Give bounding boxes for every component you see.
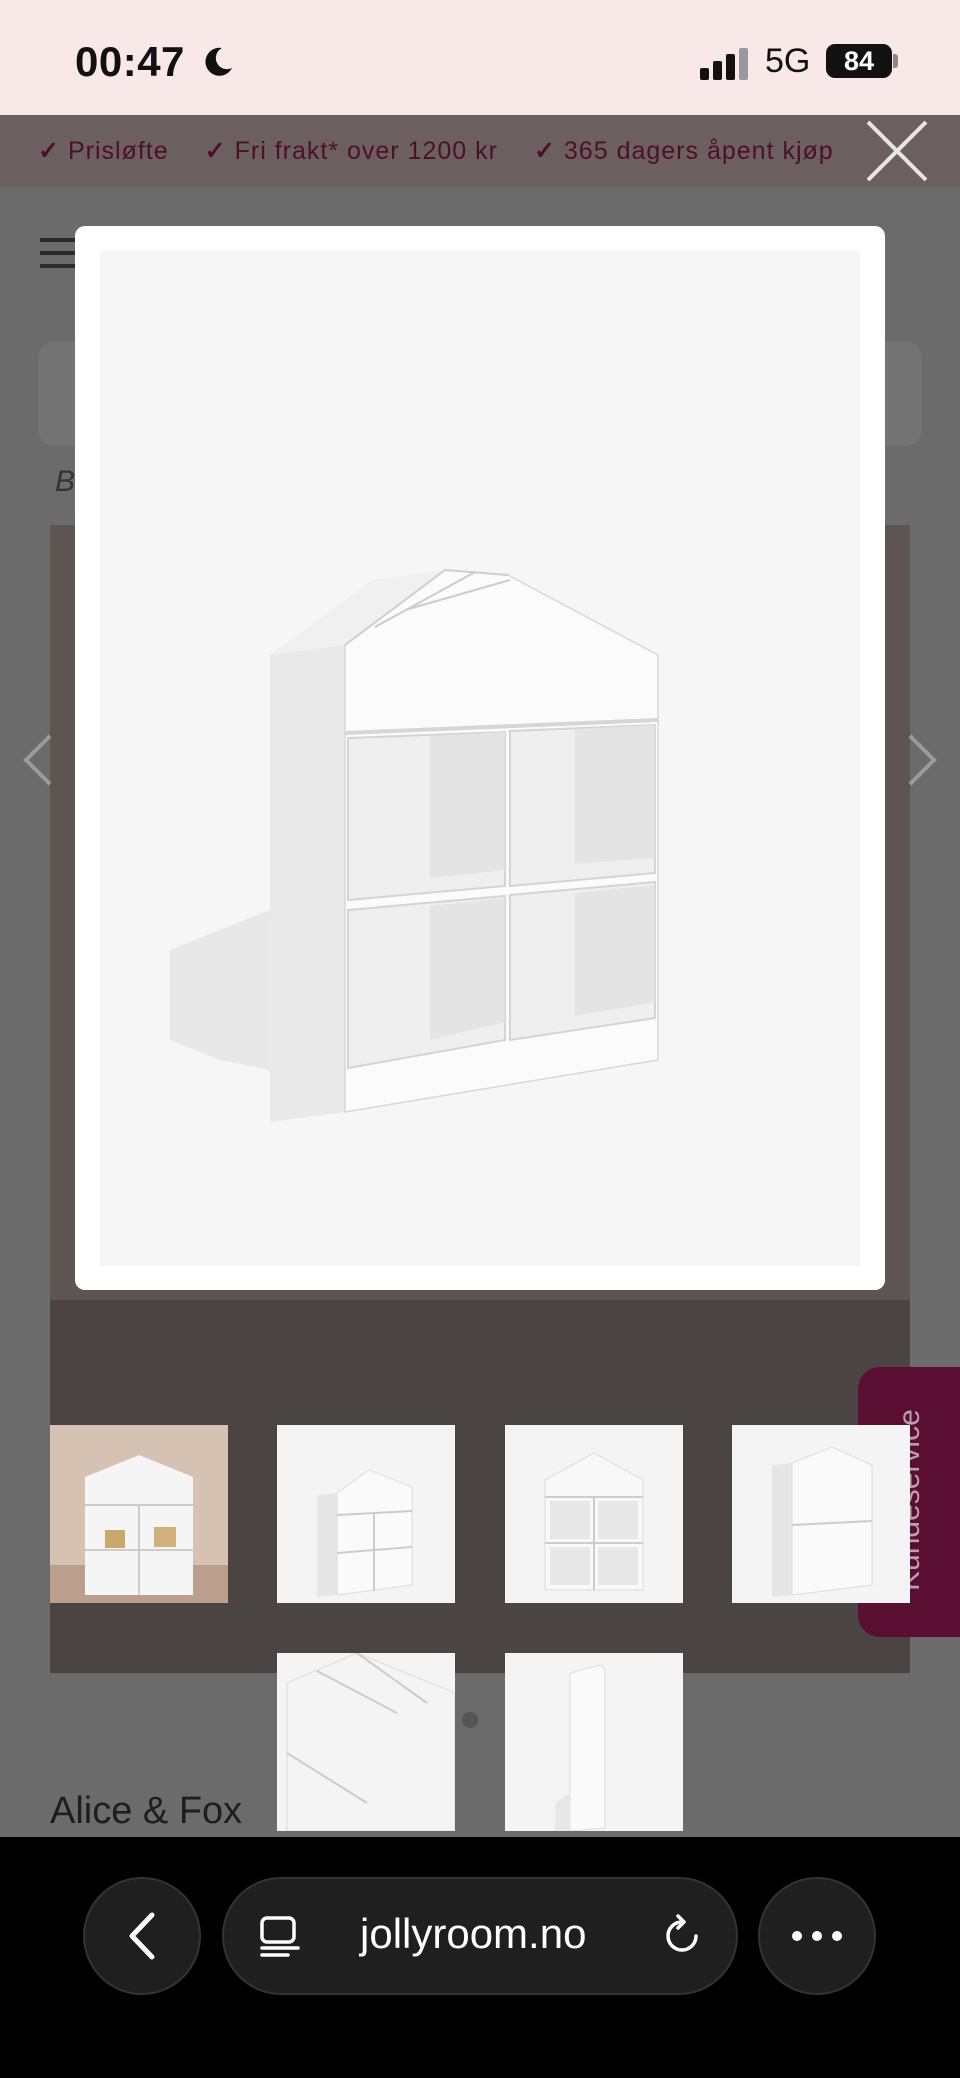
product-brand[interactable]: Alice & Fox — [50, 1790, 242, 1833]
battery-level: 84 — [843, 45, 875, 76]
usp-item: ✓ Prisløfte — [38, 136, 169, 166]
back-arrow-icon — [129, 1912, 155, 1960]
thumbnail-6[interactable] — [505, 1653, 683, 1831]
signal-icon — [700, 48, 748, 80]
bookshelf-thumbnail — [772, 1446, 873, 1597]
bookshelf-thumbnail — [50, 1425, 228, 1603]
chevron-right-icon[interactable] — [902, 730, 942, 790]
check-icon: ✓ — [38, 137, 60, 165]
thumbnail-2[interactable] — [277, 1425, 455, 1603]
thumbnail-5[interactable] — [277, 1653, 455, 1831]
moon-icon — [205, 47, 232, 76]
breadcrumb[interactable]: B — [55, 465, 75, 499]
check-icon: ✓ — [204, 137, 227, 165]
close-icon[interactable] — [862, 116, 932, 186]
thumbnail-4[interactable] — [732, 1425, 910, 1603]
bookshelf-side-thumbnail — [555, 1664, 606, 1831]
usp-label: 365 dagers åpent kjøp — [563, 137, 834, 165]
lightbox-product-image — [100, 250, 860, 1266]
usp-label: Prisløfte — [67, 137, 169, 165]
hamburger-menu-icon[interactable] — [40, 238, 80, 277]
bookshelf-detail-thumbnail — [286, 1653, 455, 1831]
bookshelf-thumbnail — [544, 1452, 644, 1591]
carousel-dot[interactable] — [462, 1712, 478, 1728]
more-button[interactable] — [758, 1877, 876, 1995]
more-icon — [792, 1931, 842, 1941]
bookshelf-thumbnail — [317, 1469, 413, 1597]
status-time: 00:47 — [75, 38, 185, 85]
usp-item: ✓ 365 dagers åpent kjøp — [534, 136, 834, 166]
back-button[interactable] — [83, 1877, 201, 1995]
thumbnail-1[interactable] — [50, 1425, 228, 1603]
usp-bar: ✓ Prisløfte ✓ Fri frakt* over 1200 kr ✓ 365… — [0, 115, 960, 187]
chevron-left-icon[interactable] — [18, 730, 58, 790]
bookshelf-illustration — [170, 568, 659, 1122]
tab-overview-icon[interactable] — [258, 1914, 302, 1958]
check-icon: ✓ — [533, 137, 556, 165]
battery-tip — [893, 54, 898, 68]
reload-icon[interactable] — [660, 1914, 704, 1958]
usp-item: ✓ Fri frakt* over 1200 kr — [205, 136, 498, 166]
url-text[interactable]: jollyroom.no — [360, 1910, 586, 1958]
battery-icon: 84 — [826, 44, 892, 78]
thumbnail-3[interactable] — [505, 1425, 683, 1603]
network-label: 5G — [765, 42, 811, 80]
usp-label: Fri frakt* over 1200 kr — [234, 137, 498, 165]
